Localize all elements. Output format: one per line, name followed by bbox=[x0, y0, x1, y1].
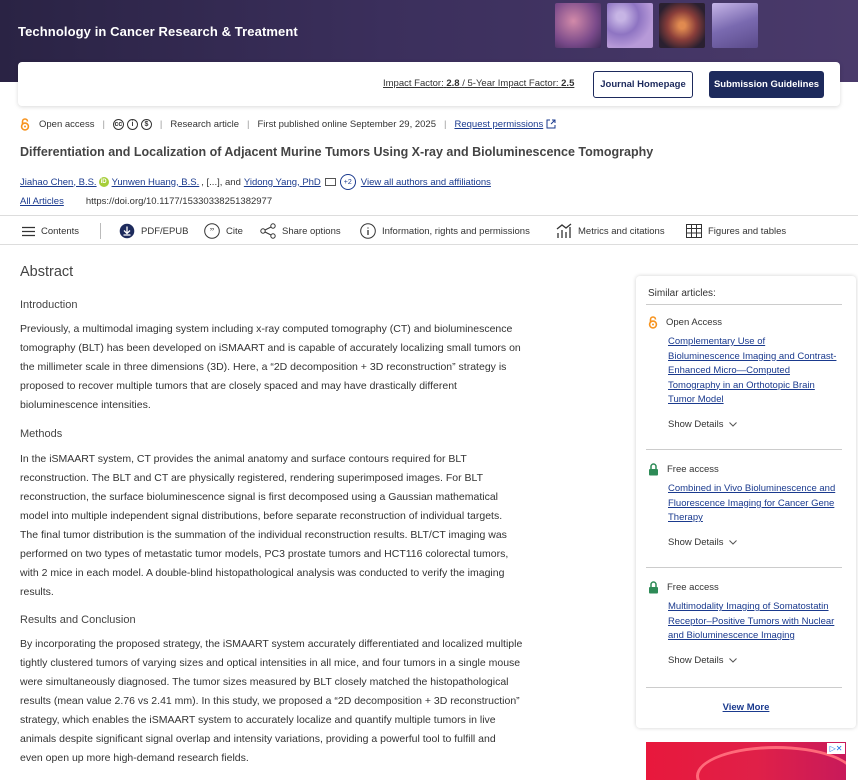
request-permissions-link[interactable]: Request permissions bbox=[454, 119, 543, 130]
nc-icon: $ bbox=[140, 118, 152, 130]
share-label: Share options bbox=[282, 225, 341, 237]
show-details-label: Show Details bbox=[668, 537, 724, 548]
similar-articles-panel: Similar articles: Open Access Complement… bbox=[636, 276, 856, 728]
article-meta: Open access | cc i $ | Research article … bbox=[20, 116, 556, 132]
publish-date: First published online September 29, 202… bbox=[257, 118, 437, 130]
email-icon[interactable] bbox=[324, 178, 336, 186]
divider bbox=[646, 304, 842, 305]
chevron-down-icon bbox=[729, 540, 738, 545]
quote-icon: ” bbox=[204, 223, 220, 239]
info-label: Information, rights and permissions bbox=[382, 225, 530, 237]
access-label: Free access bbox=[667, 582, 719, 593]
results-text: By incorporating the proposed strategy, … bbox=[20, 638, 523, 764]
pdf-epub-button[interactable]: PDF/EPUB bbox=[119, 223, 189, 239]
share-icon bbox=[260, 223, 276, 239]
divider: | bbox=[444, 118, 447, 130]
figures-button[interactable]: Figures and tables bbox=[686, 223, 786, 239]
view-all-authors-link[interactable]: View all authors and affiliations bbox=[361, 177, 491, 188]
cover-image-dna bbox=[555, 3, 601, 48]
cover-image-tumor bbox=[659, 3, 705, 48]
ad-choices-icon[interactable]: ▷✕ bbox=[827, 743, 845, 754]
divider bbox=[646, 567, 842, 568]
information-button[interactable]: Information, rights and permissions bbox=[360, 223, 530, 239]
introduction-heading: Introduction bbox=[20, 299, 78, 311]
similar-article-link[interactable]: Combined in Vivo Bioluminescence and Fluo… bbox=[668, 482, 848, 526]
divider bbox=[646, 687, 842, 688]
metrics-label: Metrics and citations bbox=[578, 225, 665, 237]
results-heading: Results and Conclusion bbox=[20, 614, 136, 626]
open-access-icon bbox=[20, 117, 30, 131]
figures-label: Figures and tables bbox=[708, 225, 787, 237]
access-badge: Open Access bbox=[648, 316, 722, 329]
author-link[interactable]: Yunwen Huang, B.S. bbox=[112, 177, 200, 188]
journal-title[interactable]: Technology in Cancer Research & Treatmen… bbox=[18, 24, 298, 39]
license-icons[interactable]: cc i $ bbox=[112, 118, 152, 130]
author-link[interactable]: Jiahao Chen, B.S. bbox=[20, 177, 97, 188]
cite-label: Cite bbox=[226, 225, 243, 237]
article-links: All Articles https://doi.org/10.1177/153… bbox=[20, 196, 272, 207]
contents-button[interactable]: Contents bbox=[22, 223, 79, 239]
cover-image-cells bbox=[607, 3, 653, 48]
divider: | bbox=[102, 118, 105, 130]
toolbar-divider bbox=[100, 223, 101, 239]
lock-open-icon bbox=[649, 463, 658, 476]
orcid-icon[interactable]: iD bbox=[98, 177, 109, 187]
chevron-down-icon bbox=[729, 658, 738, 663]
show-details-label: Show Details bbox=[668, 419, 724, 430]
external-link-icon bbox=[546, 119, 556, 129]
cite-button[interactable]: ” Cite bbox=[204, 223, 243, 239]
lock-open-icon bbox=[649, 581, 658, 594]
view-more-link[interactable]: View More bbox=[636, 702, 856, 713]
access-badge: Free access bbox=[648, 463, 719, 476]
advertisement-banner[interactable]: ▷✕ bbox=[646, 742, 846, 780]
show-details-button[interactable]: Show Details bbox=[668, 655, 738, 666]
info-icon bbox=[360, 223, 376, 239]
journal-homepage-button[interactable]: Journal Homepage bbox=[593, 71, 693, 98]
divider bbox=[646, 449, 842, 450]
open-access-icon bbox=[648, 316, 658, 329]
author-link[interactable]: Yidong Yang, PhD bbox=[244, 177, 321, 188]
ad-graphic bbox=[696, 746, 846, 780]
access-label: Free access bbox=[667, 464, 719, 475]
divider: | bbox=[247, 118, 250, 130]
similar-article-link[interactable]: Multimodality Imaging of Somatostatin Rec… bbox=[668, 600, 848, 644]
cover-image-patient bbox=[712, 3, 758, 48]
download-icon bbox=[119, 223, 135, 239]
metrics-button[interactable]: Metrics and citations bbox=[556, 223, 665, 239]
share-options-button[interactable]: Share options bbox=[260, 223, 341, 239]
all-articles-link[interactable]: All Articles bbox=[20, 196, 64, 207]
access-label: Open access bbox=[39, 118, 95, 130]
methods-text: In the iSMAART system, CT provides the a… bbox=[20, 453, 509, 598]
author-ellipsis: , [...], and bbox=[201, 176, 241, 188]
show-details-label: Show Details bbox=[668, 655, 724, 666]
access-label: Open Access bbox=[666, 317, 722, 328]
show-details-button[interactable]: Show Details bbox=[668, 537, 738, 548]
by-icon: i bbox=[126, 118, 138, 130]
list-icon bbox=[22, 226, 35, 236]
article-title: Differentiation and Localization of Adja… bbox=[20, 145, 654, 159]
svg-text:”: ” bbox=[210, 227, 214, 238]
table-icon bbox=[686, 224, 702, 238]
author-list: Jiahao Chen, B.S. iD Yunwen Huang, B.S. … bbox=[20, 174, 491, 190]
chevron-down-icon bbox=[729, 422, 738, 427]
bar-chart-icon bbox=[556, 223, 572, 238]
abstract-heading: Abstract bbox=[20, 264, 74, 280]
more-authors-badge[interactable]: +2 bbox=[339, 174, 356, 190]
methods-heading: Methods bbox=[20, 428, 63, 440]
divider: | bbox=[159, 118, 163, 130]
cc-icon: cc bbox=[112, 118, 124, 130]
similar-articles-heading: Similar articles: bbox=[648, 288, 716, 299]
submission-guidelines-button[interactable]: Submission Guidelines bbox=[709, 71, 824, 98]
article-toolbar: Contents PDF/EPUB ” Cite Share options I… bbox=[0, 215, 858, 245]
access-badge: Free access bbox=[648, 581, 719, 594]
impact-factor-link[interactable]: Impact Factor: 2.8 / 5-Year Impact Facto… bbox=[383, 78, 574, 89]
doi-link[interactable]: https://doi.org/10.1177/1533033825138297… bbox=[86, 196, 272, 207]
pdf-label: PDF/EPUB bbox=[141, 225, 189, 237]
contents-label: Contents bbox=[41, 225, 80, 237]
show-details-button[interactable]: Show Details bbox=[668, 419, 738, 430]
article-type: Research article bbox=[170, 118, 240, 130]
similar-article-link[interactable]: Complementary Use of Bioluminescence Imag… bbox=[668, 335, 848, 408]
introduction-text: Previously, a multimodal imaging system … bbox=[20, 323, 521, 411]
